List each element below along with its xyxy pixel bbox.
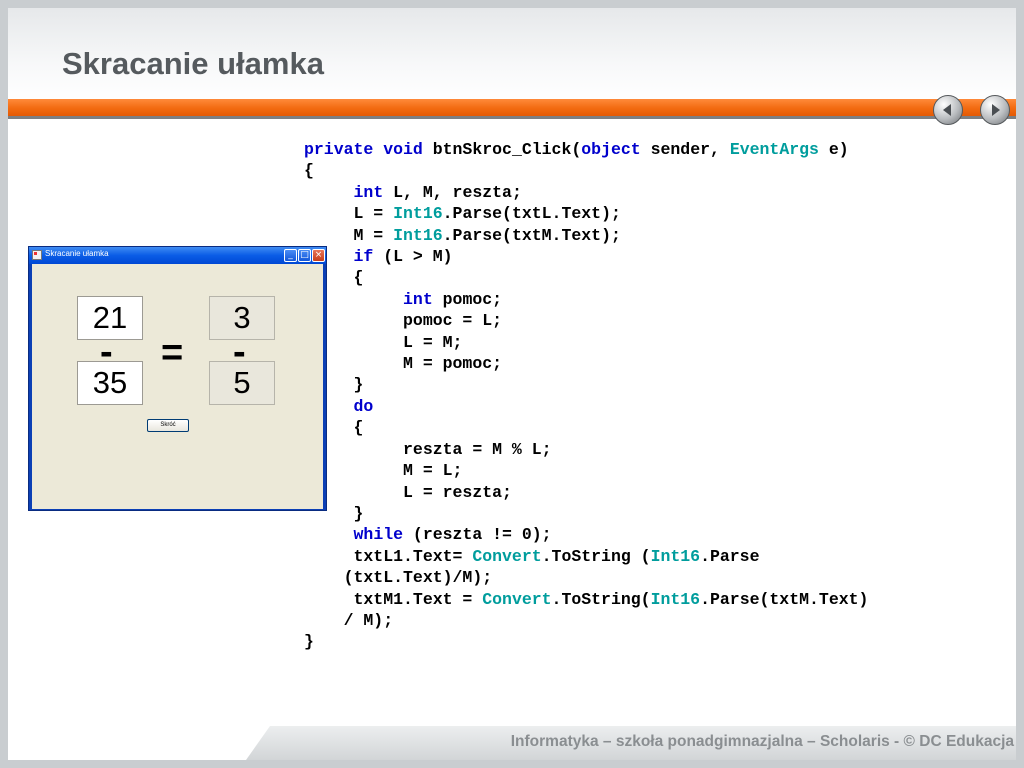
code-token: .ToString ( bbox=[541, 546, 651, 566]
code-token: sender, bbox=[640, 140, 730, 159]
code-line: } bbox=[304, 374, 868, 395]
code-token: } bbox=[304, 503, 364, 523]
app-window: Skracanie ułamka _ □ × 21 - 35 = 3 - 5 S… bbox=[28, 246, 327, 511]
title-divider-shadow bbox=[8, 116, 1016, 119]
code-token: reszta = M % L; bbox=[304, 439, 552, 459]
code-line: / M); bbox=[304, 610, 868, 631]
code-line: M = Int16.Parse(txtM.Text); bbox=[304, 225, 868, 246]
footer-text: Informatyka – szkoła ponadgimnazjalna – … bbox=[510, 733, 1014, 750]
code-line: private void btnSkroc_Click(object sende… bbox=[304, 139, 868, 160]
code-token: .Parse bbox=[700, 546, 760, 566]
code-line: { bbox=[304, 267, 868, 288]
code-line: int pomoc; bbox=[304, 289, 868, 310]
code-line: while (reszta != 0); bbox=[304, 524, 868, 545]
code-token: Int16 bbox=[650, 546, 701, 566]
code-line: (txtL.Text)/M); bbox=[304, 567, 868, 588]
code-line: } bbox=[304, 631, 868, 652]
code-token: .Parse(txtL.Text); bbox=[442, 204, 621, 224]
code-token: pomoc = L; bbox=[304, 311, 503, 331]
code-token: (txtL.Text)/M); bbox=[304, 568, 493, 588]
window-client-area: 21 - 35 = 3 - 5 Skróć bbox=[32, 264, 323, 509]
code-token: txtM1.Text = bbox=[304, 589, 483, 609]
code-line: int L, M, reszta; bbox=[304, 182, 868, 203]
code-line: { bbox=[304, 160, 868, 181]
code-token: Convert bbox=[472, 546, 542, 566]
code-token: do bbox=[353, 396, 374, 416]
code-token: Int16 bbox=[393, 225, 443, 245]
code-line: } bbox=[304, 503, 868, 524]
code-token: { bbox=[304, 418, 364, 438]
code-token: .ToString( bbox=[551, 589, 651, 609]
previous-slide-button[interactable] bbox=[933, 95, 963, 125]
code-token: (L > M) bbox=[373, 247, 453, 267]
code-token: if bbox=[353, 247, 374, 267]
code-token: Convert bbox=[482, 589, 552, 609]
title-divider-bar bbox=[8, 99, 1016, 116]
denominator-result: 5 bbox=[209, 361, 275, 405]
app-icon bbox=[32, 250, 42, 260]
code-line: L = reszta; bbox=[304, 482, 868, 503]
code-token: L, M, reszta; bbox=[383, 182, 522, 202]
window-title: Skracanie ułamka bbox=[45, 249, 109, 258]
code-token: void bbox=[383, 140, 423, 159]
code-line: pomoc = L; bbox=[304, 310, 868, 331]
code-token: e) bbox=[818, 140, 849, 159]
code-line: M = L; bbox=[304, 460, 868, 481]
code-token: M = bbox=[304, 225, 394, 245]
footer-slant bbox=[8, 726, 270, 760]
code-listing: private void btnSkroc_Click(object sende… bbox=[304, 139, 868, 653]
code-token: EventArgs bbox=[729, 140, 819, 159]
code-token: L = bbox=[304, 204, 394, 224]
slide-title: Skracanie ułamka bbox=[62, 46, 324, 81]
code-line: txtM1.Text = Convert.ToString(Int16.Pars… bbox=[304, 589, 869, 610]
code-token: pomoc; bbox=[432, 289, 503, 309]
code-token: M = pomoc; bbox=[304, 354, 503, 374]
code-line: if (L > M) bbox=[304, 246, 868, 267]
reduce-button[interactable]: Skróć bbox=[147, 419, 189, 432]
minimize-button[interactable]: _ bbox=[284, 249, 297, 262]
denominator-input[interactable]: 35 bbox=[77, 361, 143, 405]
code-token: while bbox=[353, 525, 404, 545]
code-line: M = pomoc; bbox=[304, 353, 868, 374]
code-token: { bbox=[304, 161, 314, 181]
code-token: M = L; bbox=[304, 461, 463, 481]
code-line: { bbox=[304, 417, 868, 438]
code-line: reszta = M % L; bbox=[304, 439, 868, 460]
chevron-left-icon bbox=[943, 104, 951, 116]
code-token: object bbox=[581, 140, 641, 159]
code-token: } bbox=[304, 375, 364, 395]
code-token: txtL1.Text= bbox=[304, 546, 473, 566]
code-line: do bbox=[304, 396, 868, 417]
equals-sign: = bbox=[161, 332, 184, 374]
window-titlebar: Skracanie ułamka _ □ × bbox=[29, 247, 326, 264]
code-token: L = M; bbox=[304, 332, 463, 352]
code-token: Int16 bbox=[650, 589, 701, 609]
code-token: (reszta != 0); bbox=[403, 525, 552, 545]
code-line: txtL1.Text= Convert.ToString (Int16.Pars… bbox=[304, 546, 868, 567]
code-token: Int16 bbox=[393, 204, 443, 224]
next-slide-button[interactable] bbox=[980, 95, 1010, 125]
chevron-right-icon bbox=[992, 104, 1000, 116]
code-token: btnSkroc_Click( bbox=[422, 140, 582, 159]
code-token: { bbox=[304, 268, 364, 288]
code-token: int bbox=[353, 182, 384, 202]
code-token: / M); bbox=[304, 610, 394, 630]
code-token: } bbox=[304, 632, 314, 652]
code-token: L = reszta; bbox=[304, 482, 512, 502]
code-token: private bbox=[304, 140, 374, 159]
code-token: .Parse(txtM.Text); bbox=[442, 225, 621, 245]
code-token: int bbox=[403, 289, 433, 309]
code-line: L = M; bbox=[304, 332, 868, 353]
slide: Skracanie ułamka Skracanie ułamka _ □ × … bbox=[8, 8, 1016, 760]
code-token: .Parse(txtM.Text) bbox=[700, 589, 869, 609]
code-line: L = Int16.Parse(txtL.Text); bbox=[304, 203, 868, 224]
